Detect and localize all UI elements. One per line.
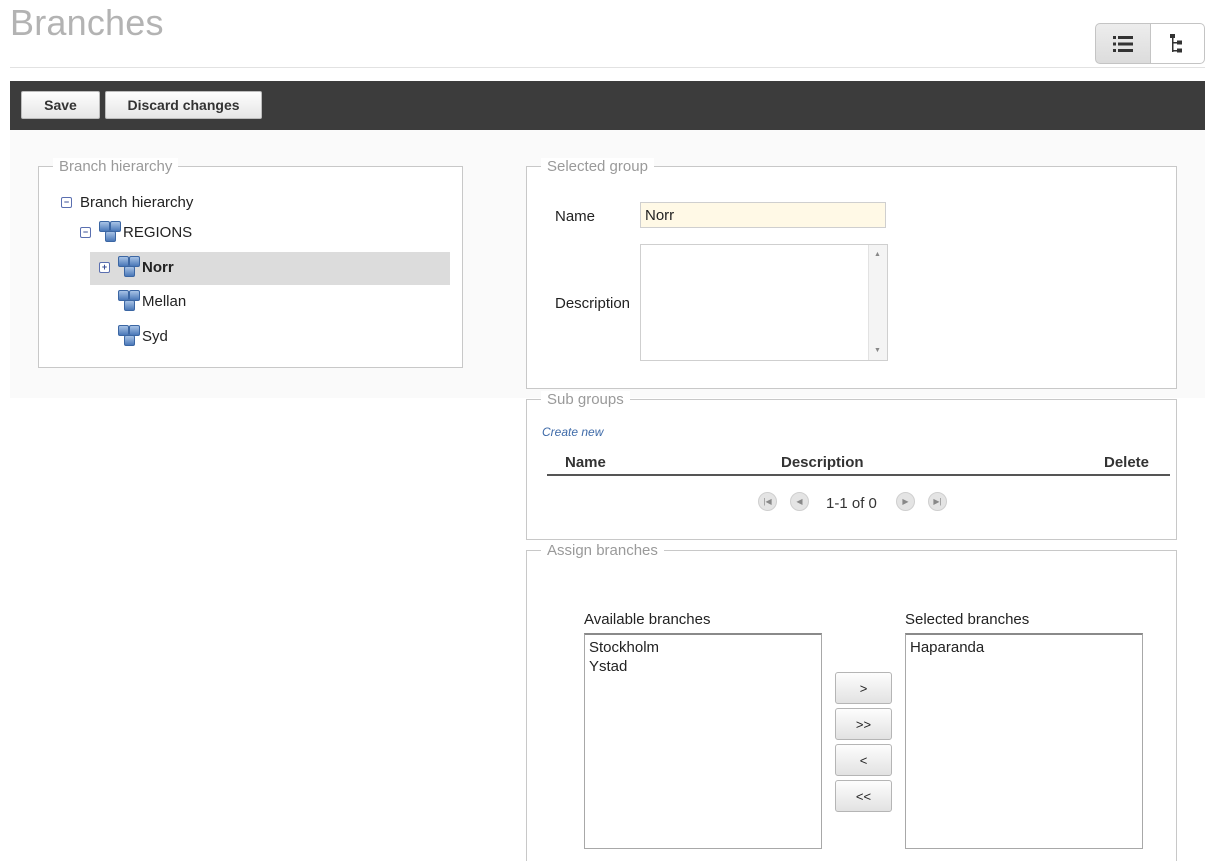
sub-groups-legend: Sub groups bbox=[541, 391, 630, 409]
table-header-divider bbox=[547, 474, 1170, 476]
group-icon bbox=[118, 325, 140, 347]
branch-hierarchy-legend: Branch hierarchy bbox=[53, 158, 179, 176]
tree-view-button[interactable] bbox=[1150, 23, 1205, 64]
tree-icon bbox=[1170, 33, 1183, 52]
discard-changes-button[interactable]: Discard changes bbox=[105, 91, 262, 119]
tree-node-mellan[interactable]: Mellan bbox=[118, 290, 186, 312]
add-branch-button[interactable]: > bbox=[835, 672, 892, 704]
save-button[interactable]: Save bbox=[21, 91, 100, 119]
group-icon bbox=[118, 290, 140, 312]
available-branches-list[interactable]: Stockholm Ystad bbox=[584, 633, 822, 849]
expand-icon[interactable]: + bbox=[99, 261, 110, 273]
available-branches-label: Available branches bbox=[584, 611, 711, 628]
tree-node-norr[interactable]: + Norr bbox=[99, 256, 174, 278]
group-icon bbox=[118, 256, 140, 278]
selected-branches-label: Selected branches bbox=[905, 611, 1030, 628]
scroll-down-icon[interactable]: ▼ bbox=[874, 347, 881, 354]
column-header-name[interactable]: Name bbox=[565, 454, 606, 471]
scroll-up-icon[interactable]: ▲ bbox=[874, 251, 881, 258]
tree-node-label: Branch hierarchy bbox=[80, 194, 194, 211]
description-scrollbar[interactable]: ▲ ▼ bbox=[868, 245, 887, 360]
view-switch bbox=[1095, 23, 1205, 64]
add-all-branches-button[interactable]: >> bbox=[835, 708, 892, 740]
next-page-icon[interactable]: ▶ bbox=[896, 492, 915, 511]
column-header-description[interactable]: Description bbox=[781, 454, 864, 471]
group-icon bbox=[99, 221, 121, 243]
list-item[interactable]: Stockholm bbox=[585, 635, 821, 657]
selected-group-legend: Selected group bbox=[541, 158, 654, 176]
assign-branches-legend: Assign branches bbox=[541, 542, 664, 560]
collapse-icon[interactable]: − bbox=[80, 226, 91, 238]
toolbar: Save Discard changes bbox=[10, 81, 1205, 130]
list-item[interactable]: Haparanda bbox=[906, 635, 1142, 657]
list-view-button[interactable] bbox=[1095, 23, 1151, 64]
name-label: Name bbox=[555, 208, 596, 225]
create-new-link[interactable]: Create new bbox=[542, 425, 603, 439]
remove-all-branches-button[interactable]: << bbox=[835, 780, 892, 812]
title-divider bbox=[10, 67, 1205, 68]
first-page-icon[interactable]: |◀ bbox=[758, 492, 777, 511]
page-title: Branches bbox=[10, 2, 164, 43]
previous-page-icon[interactable]: ◀ bbox=[790, 492, 809, 511]
selected-branches-list[interactable]: Haparanda bbox=[905, 633, 1143, 849]
description-textarea[interactable]: ▲ ▼ bbox=[640, 244, 888, 361]
last-page-icon[interactable]: ▶| bbox=[928, 492, 947, 511]
remove-branch-button[interactable]: < bbox=[835, 744, 892, 776]
list-item[interactable]: Ystad bbox=[585, 657, 821, 676]
tree-node-label: REGIONS bbox=[123, 223, 193, 241]
pager-status: 1-1 of 0 bbox=[826, 495, 877, 512]
collapse-icon[interactable]: − bbox=[61, 197, 72, 208]
tree-node-label: Norr bbox=[142, 258, 174, 276]
tree-node-label: Mellan bbox=[142, 292, 187, 310]
tree-node-regions[interactable]: − REGIONS bbox=[80, 221, 192, 243]
name-input[interactable] bbox=[640, 202, 886, 228]
tree-node-syd[interactable]: Syd bbox=[118, 325, 168, 347]
tree-node-label: Syd bbox=[142, 327, 168, 345]
list-icon bbox=[1112, 35, 1133, 52]
description-label: Description bbox=[555, 295, 631, 312]
tree-node-root[interactable]: − Branch hierarchy bbox=[61, 194, 193, 211]
column-header-delete: Delete bbox=[1104, 454, 1150, 471]
